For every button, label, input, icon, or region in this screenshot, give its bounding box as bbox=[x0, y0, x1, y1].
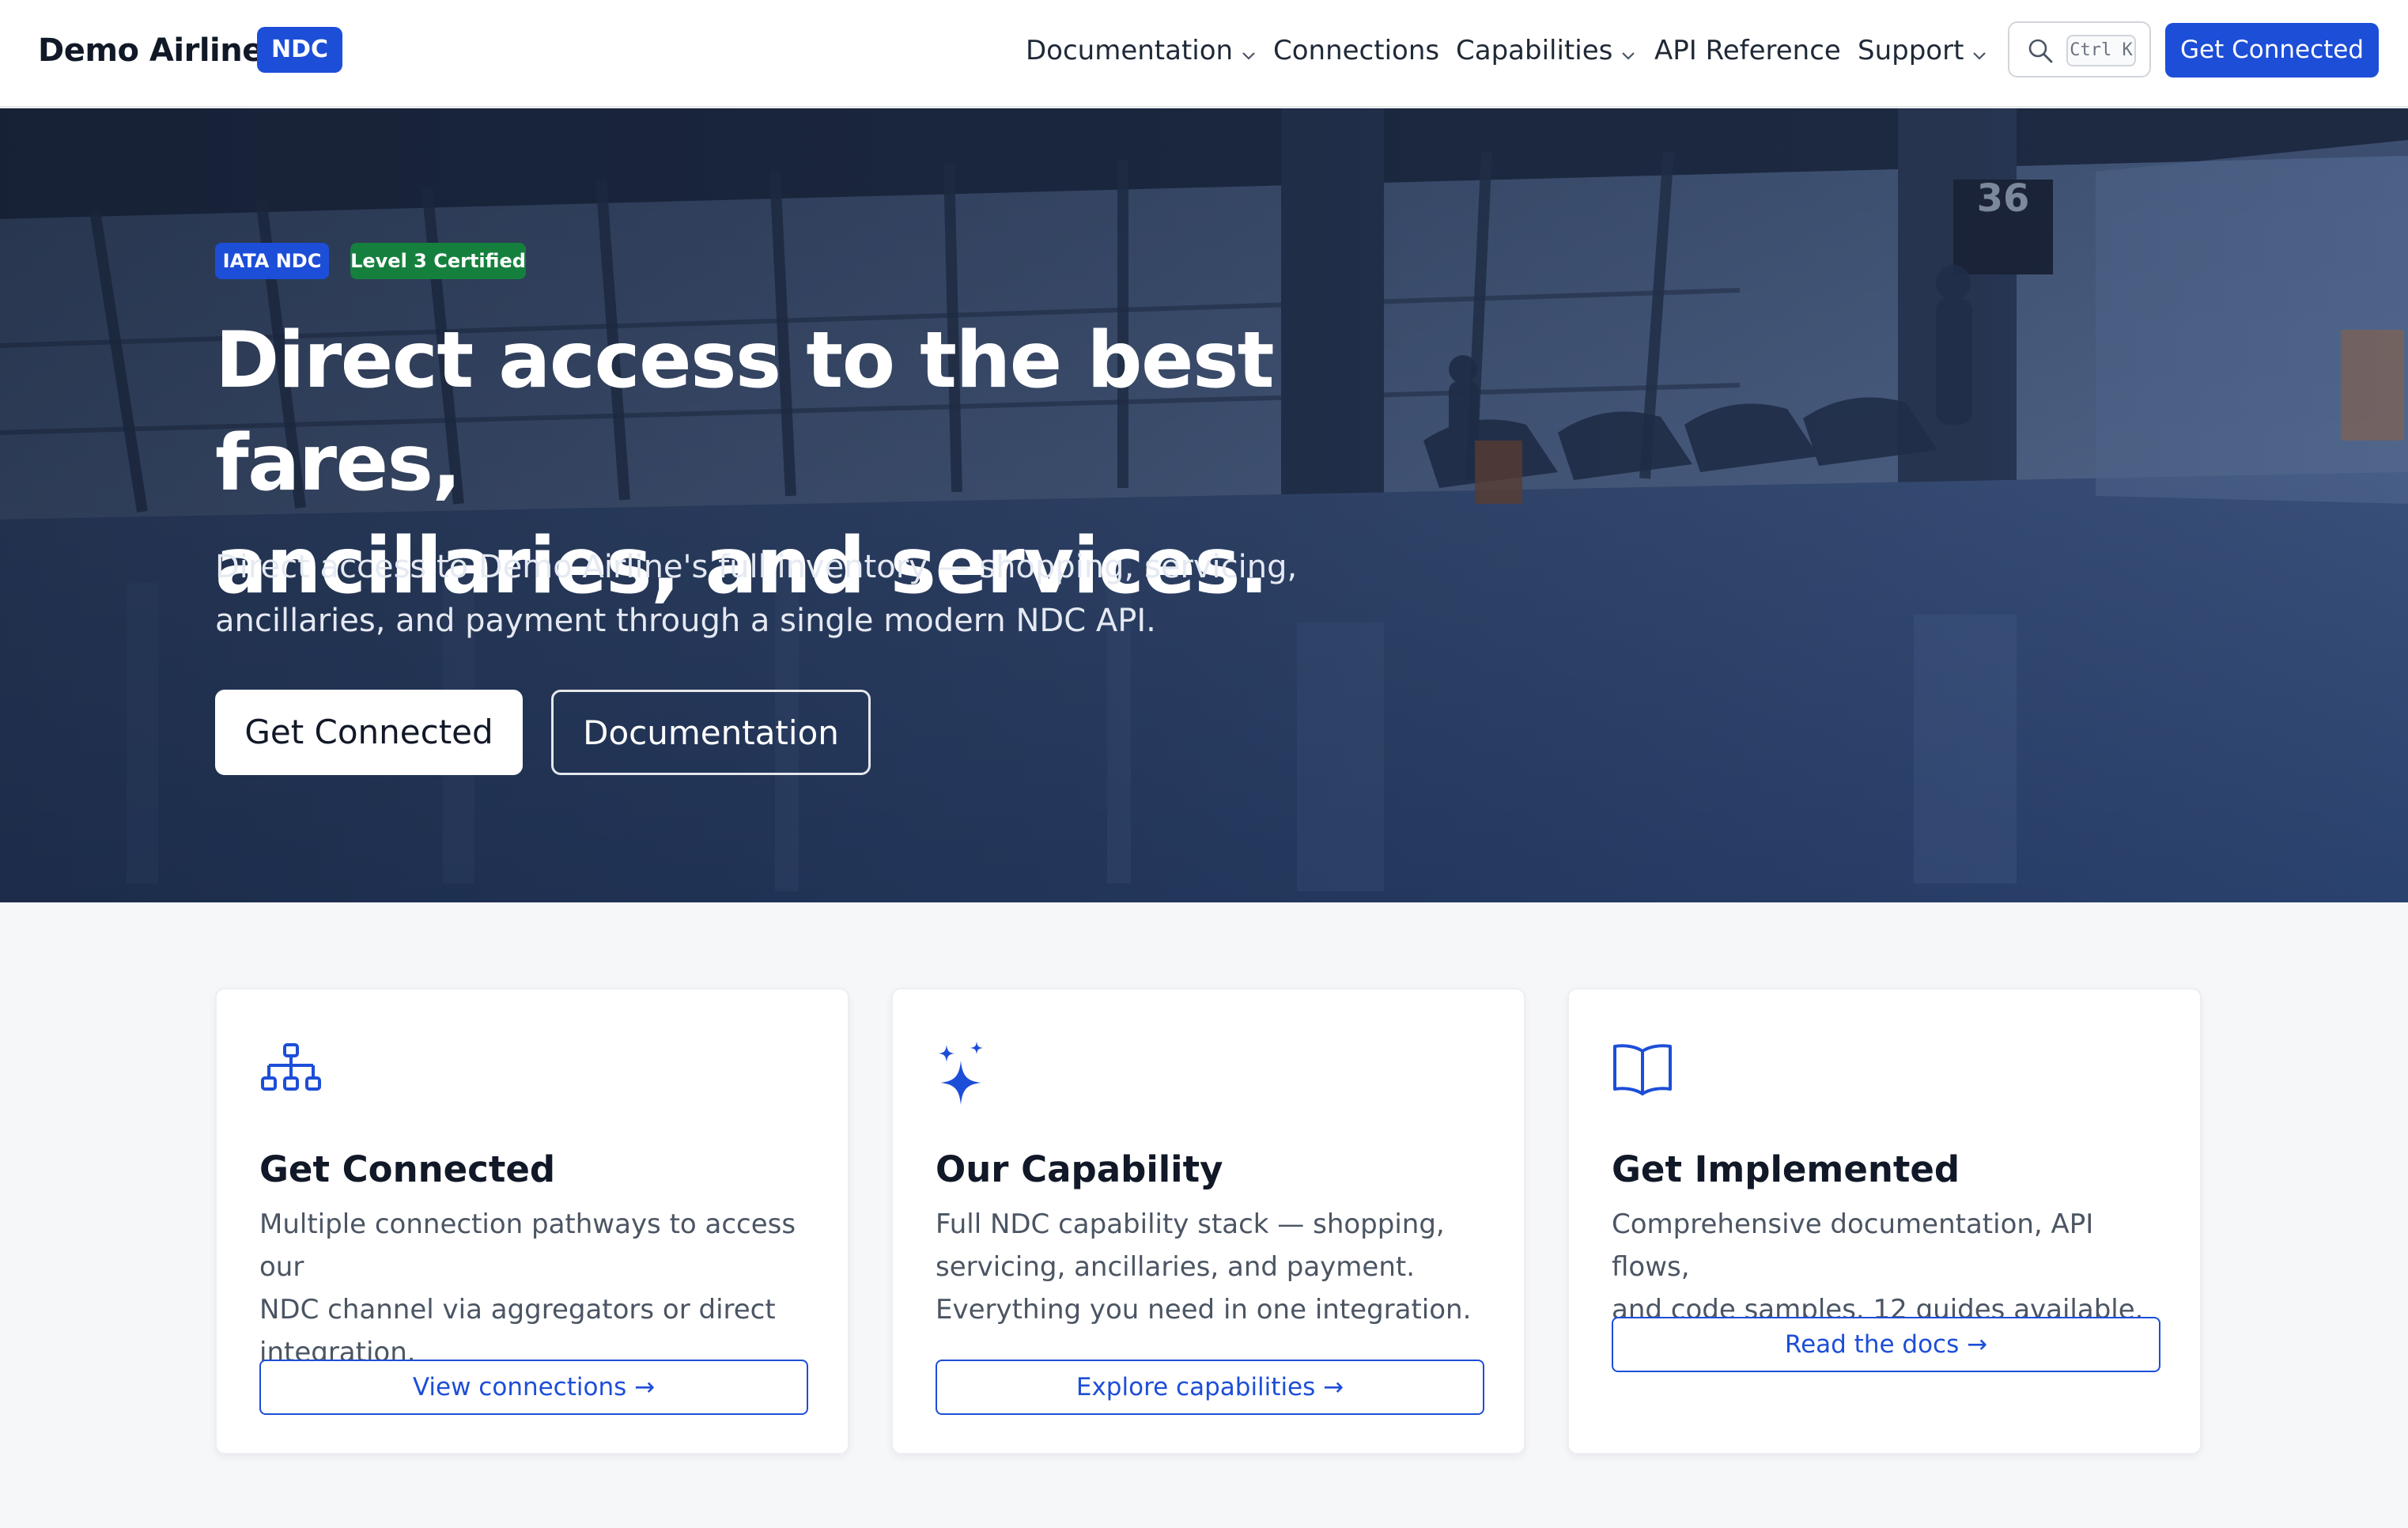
nav-support-label: Support bbox=[1858, 35, 1964, 66]
top-navbar: Demo Airline NDC Documentation Connectio… bbox=[0, 0, 2408, 108]
hero-documentation-button[interactable]: Documentation bbox=[551, 690, 871, 775]
brand-name[interactable]: Demo Airline bbox=[38, 28, 263, 73]
ndc-badge: NDC bbox=[257, 27, 342, 73]
book-open-icon bbox=[1612, 1042, 1673, 1100]
hero-subtitle: Direct access to Demo Airline's full inv… bbox=[215, 540, 1322, 648]
network-icon bbox=[259, 1042, 323, 1100]
card-description-line: Multiple connection pathways to access o… bbox=[259, 1208, 796, 1283]
card-title: Our Capability bbox=[936, 1148, 1223, 1190]
card-description-line: Everything you need in one integration. bbox=[936, 1294, 1472, 1326]
card-description: Full NDC capability stack — shopping, se… bbox=[936, 1203, 1489, 1331]
hero-get-connected-button[interactable]: Get Connected bbox=[215, 690, 523, 775]
card-title: Get Implemented bbox=[1612, 1148, 1960, 1190]
card-description-line: Full NDC capability stack — shopping, bbox=[936, 1208, 1445, 1240]
level-3-certified-badge: Level 3 Certified bbox=[350, 243, 526, 279]
our-capability-card: Our Capability Full NDC capability stack… bbox=[891, 988, 1525, 1454]
card-description: Comprehensive documentation, API flows, … bbox=[1612, 1203, 2165, 1331]
chevron-down-icon bbox=[1620, 30, 1636, 74]
explore-capabilities-button[interactable]: Explore capabilities → bbox=[936, 1360, 1484, 1415]
read-the-docs-button[interactable]: Read the docs → bbox=[1612, 1317, 2160, 1372]
iata-ndc-badge: IATA NDC bbox=[215, 243, 329, 279]
get-connected-button[interactable]: Get Connected bbox=[2165, 23, 2379, 78]
card-description-line: servicing, ancillaries, and payment. bbox=[936, 1251, 1416, 1283]
hero-section: 36 IATA NDC Level 3 Certified bbox=[0, 108, 2408, 902]
get-connected-card: Get Connected Multiple connection pathwa… bbox=[215, 988, 849, 1454]
chevron-down-icon bbox=[1241, 30, 1257, 74]
nav-documentation-label: Documentation bbox=[1026, 35, 1234, 66]
nav-capabilities[interactable]: Capabilities bbox=[1456, 28, 1636, 73]
search-shortcut-hint: Ctrl K bbox=[2066, 35, 2136, 66]
hero-subtitle-line-2: ancillaries, and payment through a singl… bbox=[215, 603, 1156, 639]
nav-connections[interactable]: Connections bbox=[1273, 28, 1439, 73]
get-implemented-card: Get Implemented Comprehensive documentat… bbox=[1567, 988, 2202, 1454]
view-connections-button[interactable]: View connections → bbox=[259, 1360, 808, 1415]
nav-capabilities-label: Capabilities bbox=[1456, 35, 1613, 66]
card-description-line: Comprehensive documentation, API flows, bbox=[1612, 1208, 2094, 1283]
sparkles-icon bbox=[936, 1042, 991, 1108]
card-description-line: NDC channel via aggregators or direct bbox=[259, 1294, 776, 1326]
card-title: Get Connected bbox=[259, 1148, 556, 1190]
search-icon bbox=[2027, 37, 2054, 67]
card-description: Multiple connection pathways to access o… bbox=[259, 1203, 813, 1374]
nav-support[interactable]: Support bbox=[1858, 28, 1987, 73]
nav-documentation[interactable]: Documentation bbox=[1026, 28, 1257, 73]
search-button[interactable]: Ctrl K bbox=[2008, 21, 2151, 78]
chevron-down-icon bbox=[1971, 30, 1987, 74]
nav-api-reference[interactable]: API Reference bbox=[1654, 28, 1841, 73]
hero-title-line-1: Direct access to the best fares, bbox=[215, 316, 1275, 509]
hero-subtitle-line-1: Direct access to Demo Airline's full inv… bbox=[215, 549, 1298, 585]
